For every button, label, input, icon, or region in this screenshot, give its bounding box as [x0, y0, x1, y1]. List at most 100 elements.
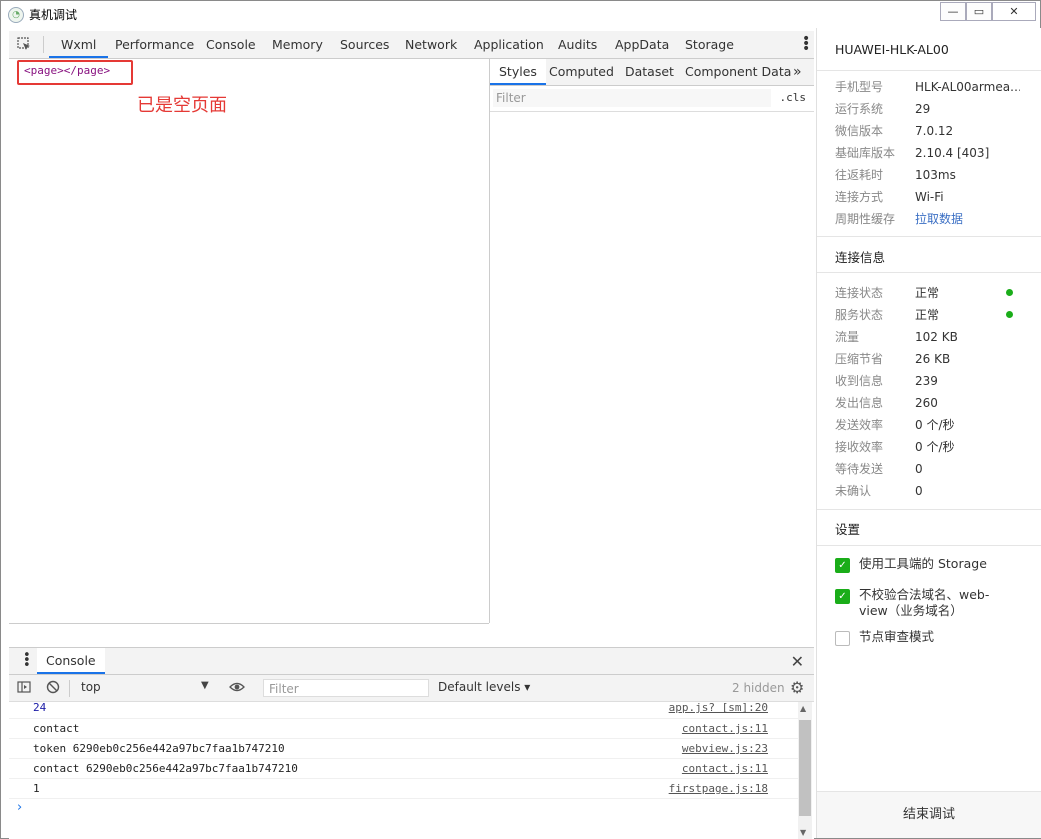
- console-drawer: • • • Console ✕ top ▼ Filter Default level…: [9, 647, 814, 839]
- inspect-element-icon[interactable]: [17, 37, 31, 51]
- conn-value: 102 KB: [915, 330, 958, 344]
- tab-audits[interactable]: Audits: [558, 31, 597, 58]
- tab-appdata[interactable]: AppData: [615, 31, 669, 58]
- log-message: token 6290eb0c256e442a97bc7faa1b747210: [33, 742, 285, 755]
- clear-console-icon[interactable]: [46, 680, 60, 694]
- info-value: 103ms: [915, 168, 956, 182]
- log-source-link[interactable]: contact.js:11: [682, 759, 768, 778]
- tab-sources[interactable]: Sources: [340, 31, 389, 58]
- info-key: 基础库版本: [835, 146, 896, 160]
- conn-value: 0 个/秒: [915, 440, 955, 454]
- conn-row: 收到信息 239: [835, 372, 1025, 390]
- divider: [817, 272, 1041, 273]
- log-row: 24 app.js? [sm]:20: [9, 702, 798, 719]
- styles-filter-input[interactable]: Filter: [493, 89, 771, 107]
- drawer-menu-icon[interactable]: • • •: [23, 649, 31, 672]
- info-row: 基础库版本 2.10.4 [403]: [835, 144, 1025, 162]
- conn-key: 等待发送: [835, 462, 884, 476]
- console-toolbar-divider: [69, 680, 70, 697]
- context-select[interactable]: top: [81, 680, 211, 696]
- tab-wxml[interactable]: Wxml: [49, 31, 109, 58]
- hidden-count: 2 hidden: [732, 681, 785, 695]
- log-row: contact 6290eb0c256e442a97bc7faa1b747210…: [9, 759, 798, 779]
- checkbox-unchecked-icon[interactable]: [835, 631, 850, 646]
- info-value: 7.0.12: [915, 124, 954, 138]
- scroll-down-icon[interactable]: ▼: [800, 828, 806, 837]
- setting-label: 使用工具端的 Storage: [859, 556, 987, 571]
- tab-component-data[interactable]: Component Data: [685, 59, 791, 85]
- log-message: 24: [33, 702, 47, 714]
- divider: [817, 236, 1041, 237]
- scroll-up-icon[interactable]: ▲: [800, 704, 806, 713]
- tab-styles[interactable]: Styles: [490, 59, 546, 85]
- setting-label: 节点审查模式: [859, 629, 935, 644]
- info-key: 往返耗时: [835, 168, 884, 182]
- toolbar-divider: [43, 36, 44, 53]
- console-settings-gear-icon[interactable]: ⚙: [790, 678, 804, 697]
- divider: [817, 70, 1041, 71]
- tab-dataset[interactable]: Dataset: [625, 59, 674, 85]
- console-filter-input[interactable]: Filter: [263, 679, 429, 697]
- tab-application[interactable]: Application: [474, 31, 544, 58]
- log-source-link[interactable]: contact.js:11: [682, 719, 768, 738]
- info-value: 29: [915, 102, 931, 116]
- wxml-panel: <page></page> 已是空页面: [9, 59, 490, 623]
- log-row: contact contact.js:11: [9, 719, 798, 739]
- conn-key: 接收效率: [835, 440, 884, 454]
- info-key: 运行系统: [835, 102, 884, 116]
- empty-page-annotation: 已是空页面: [137, 95, 227, 116]
- checkbox-checked-icon[interactable]: ✓: [835, 558, 850, 573]
- devtools-window: ◔ 真机调试 — ▭ ✕ Wxml Performance Console Me…: [0, 0, 1041, 839]
- tab-network[interactable]: Network: [405, 31, 457, 58]
- conn-value: 0: [915, 462, 923, 476]
- info-row: 微信版本 7.0.12: [835, 122, 1025, 140]
- page-node[interactable]: <page></page>: [24, 64, 110, 77]
- info-value: 2.10.4 [403]: [915, 146, 990, 160]
- log-levels-dropdown[interactable]: Default levels ▾: [438, 680, 530, 694]
- setting-label: 不校验合法域名、web-view（业务域名）: [859, 587, 990, 618]
- tab-console[interactable]: Console: [206, 31, 256, 58]
- log-source-link[interactable]: webview.js:23: [682, 739, 768, 758]
- more-tabs-icon[interactable]: »: [793, 59, 802, 85]
- close-drawer-icon[interactable]: ✕: [791, 652, 804, 671]
- context-dropdown-icon[interactable]: ▼: [201, 680, 209, 691]
- tab-computed[interactable]: Computed: [549, 59, 614, 85]
- restore-button[interactable]: ▭: [966, 2, 992, 21]
- console-log-list: 24 app.js? [sm]:20 contact contact.js:11…: [9, 702, 798, 839]
- sidebar-toggle-icon[interactable]: [17, 680, 31, 694]
- conn-row: 等待发送 0: [835, 460, 1025, 478]
- minimize-button[interactable]: —: [940, 2, 966, 21]
- console-scrollbar[interactable]: ▲ ▼: [798, 702, 812, 839]
- conn-key: 未确认: [835, 484, 872, 498]
- tab-storage[interactable]: Storage: [685, 31, 734, 58]
- scrollbar-thumb[interactable]: [799, 720, 811, 816]
- connection-section-title: 连接信息: [835, 250, 886, 265]
- drawer-tab-console[interactable]: Console: [37, 648, 105, 674]
- log-row: 1 firstpage.js:18: [9, 779, 798, 799]
- checkbox-checked-icon[interactable]: ✓: [835, 589, 850, 604]
- log-message: contact: [33, 722, 80, 735]
- conn-value: 26 KB: [915, 352, 951, 366]
- info-row: 手机型号 HLK-AL00armea…: [835, 78, 1025, 96]
- live-expression-eye-icon[interactable]: [229, 680, 245, 694]
- devtools-tab-bar: Wxml Performance Console Memory Sources …: [9, 31, 814, 59]
- console-prompt[interactable]: ›: [17, 800, 22, 815]
- more-options-icon[interactable]: • • •: [802, 32, 810, 56]
- styles-panel: Styles Computed Dataset Component Data »…: [490, 59, 814, 645]
- conn-value: 正常: [915, 286, 940, 300]
- divider: [817, 509, 1041, 510]
- pull-data-link[interactable]: 拉取数据: [915, 210, 963, 228]
- end-debug-button[interactable]: 结束调试: [817, 791, 1041, 838]
- conn-key: 收到信息: [835, 374, 884, 388]
- conn-value: 260: [915, 396, 938, 410]
- log-source-link[interactable]: firstpage.js:18: [669, 779, 768, 798]
- info-row: 运行系统 29: [835, 100, 1025, 118]
- conn-key: 压缩节省: [835, 352, 884, 366]
- conn-value: 239: [915, 374, 938, 388]
- cls-toggle[interactable]: .cls: [780, 91, 807, 104]
- log-source-link[interactable]: app.js? [sm]:20: [669, 702, 768, 714]
- tab-performance[interactable]: Performance: [115, 31, 194, 58]
- conn-row: 发送效率 0 个/秒: [835, 416, 1025, 434]
- tab-memory[interactable]: Memory: [272, 31, 323, 58]
- close-button[interactable]: ✕: [992, 2, 1036, 21]
